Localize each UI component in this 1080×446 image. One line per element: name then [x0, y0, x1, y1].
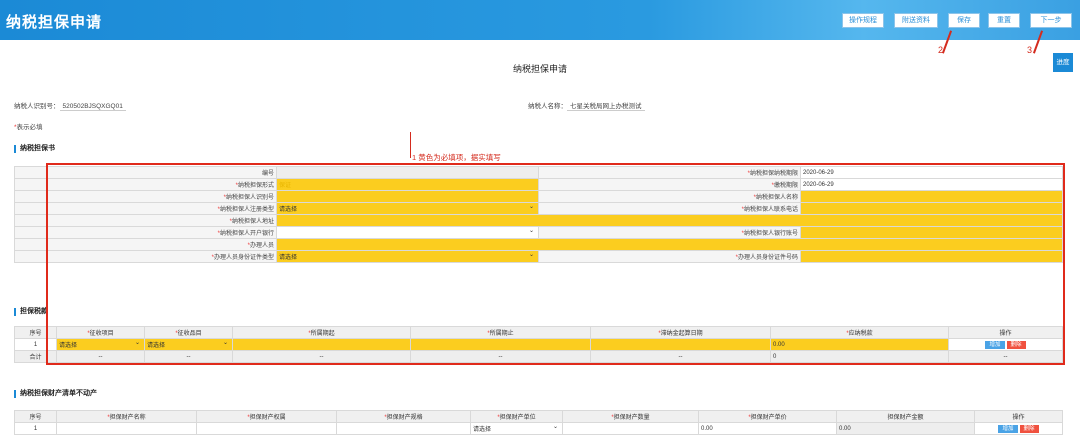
property-spec-input[interactable] [336, 422, 471, 435]
col-property-name: *担保财产名称 [56, 410, 197, 423]
page-title: 纳税担保申请 [512, 64, 567, 74]
property-amount-field: 0.00 [836, 422, 975, 435]
col-property-spec: *担保财产规格 [336, 410, 471, 423]
property-price-input[interactable]: 0.00 [698, 422, 837, 435]
property-table: 序号 *担保财产名称 *担保财产权属 *担保财产规格 *担保财产单位 *担保财产… [14, 410, 1063, 435]
annotation-3: 3 [1027, 45, 1033, 55]
col-property-unit: *担保财产单位 [470, 410, 563, 423]
col-actions: 操作 [974, 410, 1063, 423]
annotation-arrow-1 [410, 132, 411, 158]
col-property-ownership: *担保财产权属 [196, 410, 337, 423]
taxpayer-id-label: 纳税人识别号： [14, 103, 60, 110]
required-note-text: 表示必填 [16, 124, 43, 131]
annotation-required-box [46, 163, 1065, 365]
taxpayer-id: 纳税人识别号： 520502BJSQXGQ01 [14, 100, 126, 111]
taxpayer-name: 纳税人名称： 七星关税局网上办税测试 [528, 100, 645, 111]
required-note: *表示必填 [14, 121, 43, 131]
property-name-input[interactable] [56, 422, 197, 435]
table-row: 1 请选择 ⌄ 0.00 0.00 增加 删除 [14, 422, 1063, 435]
col-property-amount: 担保财产金额 [836, 410, 975, 423]
top-bar: 纳税担保申请 操作规程 附送资料 保存 重置 下一步 [0, 0, 1080, 40]
taxpayer-name-label: 纳税人名称： [528, 103, 567, 110]
row-no: 1 [14, 422, 57, 435]
annotation-1: 1 黄色为必填项，据实填写 [412, 153, 501, 162]
col-property-qty: *担保财产数量 [562, 410, 699, 423]
next-step-button[interactable]: 下一步 [1030, 13, 1072, 28]
property-unit-select[interactable]: 请选择 ⌄ [470, 422, 563, 435]
progress-button[interactable]: 进度 [1053, 53, 1073, 72]
section-guaranteed-tax: 担保税款 [14, 308, 48, 316]
property-ownership-input[interactable] [196, 422, 337, 435]
row-actions: 增加 删除 [974, 422, 1063, 435]
save-button[interactable]: 保存 [948, 13, 980, 28]
section-property-list: 纳税担保财产清单不动产 [14, 390, 97, 398]
delete-button[interactable]: 删除 [1019, 424, 1039, 433]
reset-button[interactable]: 重置 [988, 13, 1020, 28]
procedure-button[interactable]: 操作规程 [842, 13, 884, 28]
app-title: 纳税担保申请 [6, 14, 103, 31]
section-guarantee-book: 纳税担保书 [14, 145, 55, 153]
property-qty-input[interactable] [562, 422, 699, 435]
col-property-price: *担保财产单价 [698, 410, 837, 423]
taxpayer-name-value: 七星关税局网上办税测试 [567, 103, 645, 111]
add-button[interactable]: 增加 [998, 424, 1018, 433]
taxpayer-id-value: 520502BJSQXGQ01 [59, 103, 126, 111]
chevron-down-icon: ⌄ [552, 424, 558, 430]
attachments-button[interactable]: 附送资料 [894, 13, 938, 28]
col-no: 序号 [14, 410, 57, 423]
